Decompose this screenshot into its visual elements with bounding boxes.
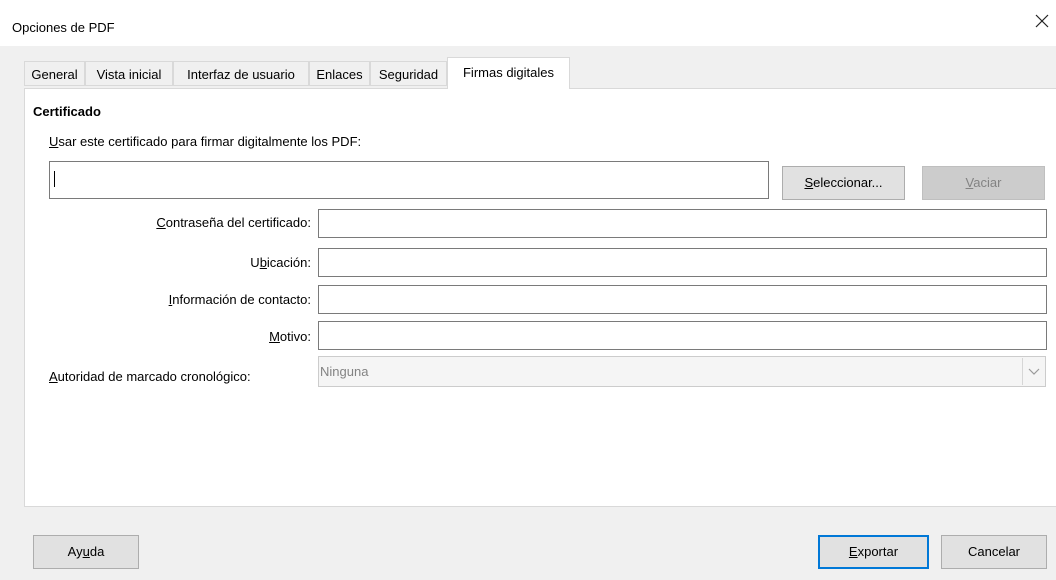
use-certificate-label: Usar este certificado para firmar digita…	[49, 134, 361, 149]
location-label-pre: U	[250, 255, 260, 270]
location-label-rest: icación:	[266, 255, 311, 270]
select-button-accel: S	[804, 175, 814, 190]
certificate-password-label: Contraseña del certificado:	[11, 215, 311, 230]
tsa-label-rest: utoridad de marcado cronológico:	[57, 369, 251, 384]
location-label-accel: b	[259, 255, 267, 270]
export-accel: E	[848, 544, 858, 559]
tsa-select-value: Ninguna	[320, 364, 369, 379]
cancel-button[interactable]: Cancelar	[941, 535, 1047, 569]
tab-general[interactable]: General	[24, 61, 85, 86]
reason-input[interactable]	[318, 321, 1047, 350]
contact-info-input[interactable]	[318, 285, 1047, 314]
select-certificate-button[interactable]: Seleccionar...	[782, 166, 905, 200]
tsa-label: Autoridad de marcado cronológico:	[49, 369, 251, 384]
password-label-accel: C	[156, 215, 166, 230]
use-certificate-label-rest: sar este certificado para firmar digital…	[58, 134, 362, 149]
reason-label: Motivo:	[11, 329, 311, 344]
tsa-label-accel: A	[49, 369, 58, 384]
export-rest: xportar	[857, 544, 899, 559]
help-rest: da	[89, 544, 105, 559]
contact-label-rest: nformación de contacto:	[172, 292, 311, 307]
use-certificate-label-accel: U	[49, 134, 59, 149]
tab-interfaz-de-usuario[interactable]: Interfaz de usuario	[173, 61, 309, 86]
tab-enlaces[interactable]: Enlaces	[309, 61, 370, 86]
certificate-section-title: Certificado	[33, 104, 101, 119]
tab-vista-inicial[interactable]: Vista inicial	[85, 61, 173, 86]
clear-certificate-button[interactable]: Vaciar	[922, 166, 1045, 200]
title-bar	[0, 0, 1056, 46]
reason-label-accel: M	[269, 329, 280, 344]
select-button-rest: eleccionar...	[813, 175, 883, 190]
help-accel: u	[82, 544, 90, 559]
chevron-down-icon-glyph	[1028, 368, 1040, 375]
close-icon[interactable]	[1032, 13, 1052, 33]
window-title: Opciones de PDF	[12, 20, 115, 35]
certificate-field[interactable]	[49, 161, 769, 199]
password-label-rest: ontraseña del certificado:	[165, 215, 311, 230]
tab-firmas-digitales[interactable]: Firmas digitales	[447, 57, 570, 89]
export-button[interactable]: Exportar	[818, 535, 929, 569]
help-button[interactable]: Ayuda	[33, 535, 139, 569]
tab-seguridad[interactable]: Seguridad	[370, 61, 447, 86]
chevron-down-icon[interactable]	[1022, 358, 1044, 385]
certificate-password-input[interactable]	[318, 209, 1047, 238]
tsa-select[interactable]	[318, 356, 1046, 387]
close-icon-glyph	[1035, 14, 1049, 28]
contact-info-label: Información de contacto:	[11, 292, 311, 307]
location-label: Ubicación:	[11, 255, 311, 270]
location-input[interactable]	[318, 248, 1047, 277]
text-caret	[54, 171, 55, 187]
help-pre: Ay	[67, 544, 83, 559]
reason-label-rest: otivo:	[279, 329, 311, 344]
clear-button-rest: aciar	[973, 175, 1002, 190]
